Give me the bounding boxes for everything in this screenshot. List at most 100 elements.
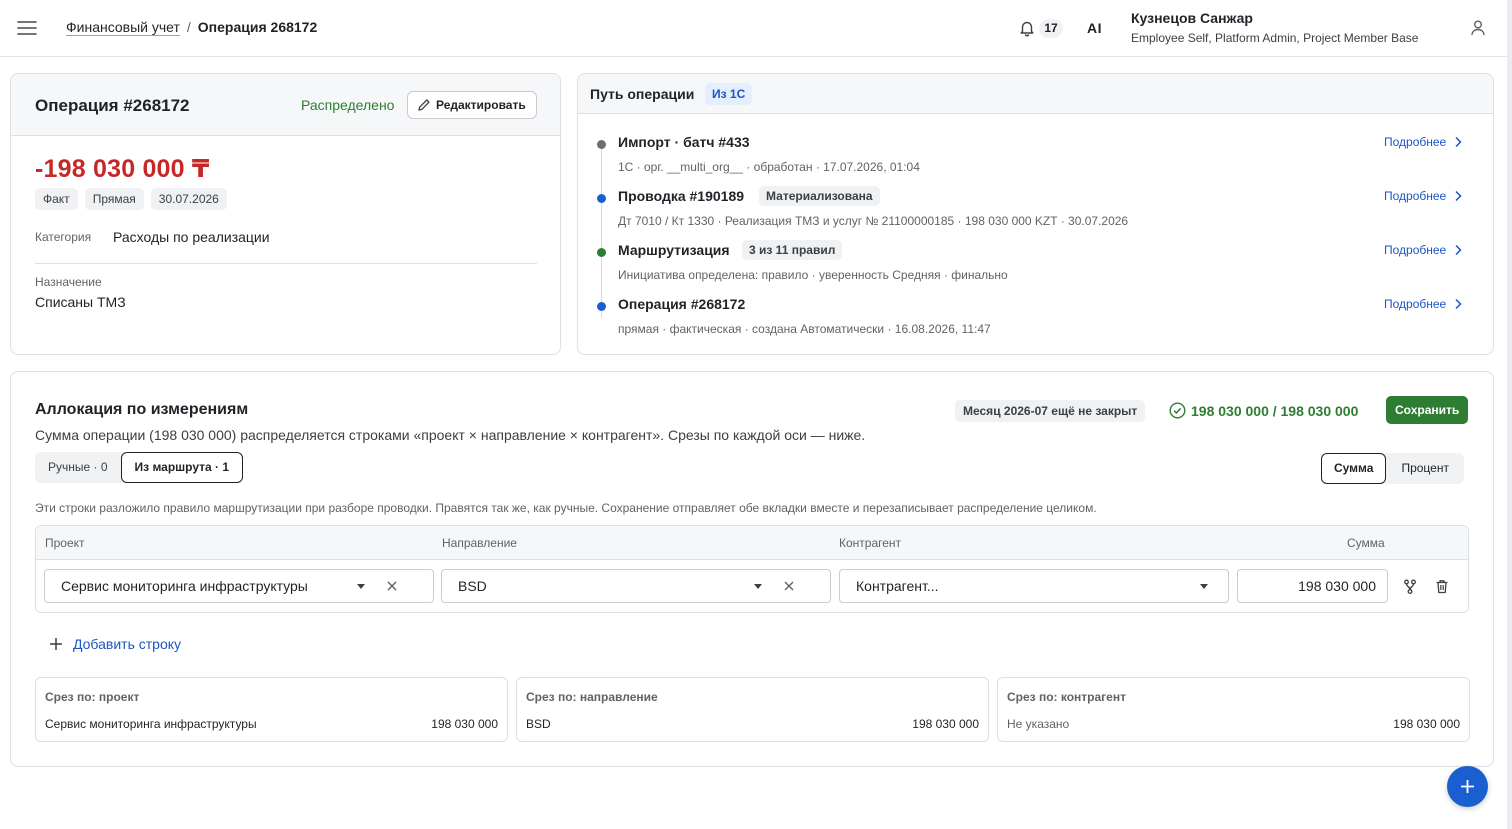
chevron-right-icon (1454, 136, 1462, 148)
category-value: Расходы по реализации (113, 229, 270, 245)
user-icon[interactable] (1468, 18, 1488, 38)
user-roles: Employee Self, Platform Admin, Project M… (1131, 31, 1419, 45)
slice-title: Срез по: направление (526, 690, 658, 704)
slice-card-project: Срез по: проект Сервис мониторинга инфра… (35, 677, 508, 742)
purpose-label: Назначение (35, 275, 102, 289)
step-subtitle: 1С · орг. __multi_org__ · обработан · 17… (618, 160, 920, 174)
caret-down-icon (356, 583, 366, 590)
edit-button-label: Редактировать (436, 98, 526, 112)
timeline-step-import: Импорт · батч #433 1С · орг. __multi_org… (578, 134, 1493, 188)
add-row-button[interactable]: Добавить строку (49, 636, 181, 652)
allocation-tabs: Ручные · 0 Из маршрута · 1 (35, 452, 244, 483)
allocation-card: Аллокация по измерениям Сумма операции (… (10, 371, 1494, 767)
project-select-value: Сервис мониторинга инфраструктуры (61, 578, 308, 594)
operation-chips: Факт Прямая 30.07.2026 (35, 188, 227, 210)
allocation-balance: 198 030 000 / 198 030 000 (1169, 402, 1358, 419)
step-details-link[interactable]: Подробнее (1384, 243, 1462, 257)
user-name: Кузнецов Санжар (1131, 10, 1253, 26)
slice-name: Сервис мониторинга инфраструктуры (45, 717, 257, 731)
bell-icon[interactable] (1018, 19, 1036, 37)
tab-amount[interactable]: Сумма (1321, 453, 1387, 484)
add-row-label: Добавить строку (73, 636, 182, 652)
operation-amount: -198 030 000 ₸ (35, 155, 210, 183)
slice-value: 198 030 000 (912, 717, 979, 731)
divider (35, 263, 537, 264)
timeline-dot (597, 194, 606, 203)
caret-down-icon (753, 583, 763, 590)
split-icon[interactable] (1403, 579, 1417, 594)
breadcrumb: Финансовый учет / Операция 268172 (66, 19, 317, 35)
save-button[interactable]: Сохранить (1386, 396, 1469, 424)
timeline-dot (597, 140, 606, 149)
step-details-link[interactable]: Подробнее (1384, 189, 1462, 203)
slice-value: 198 030 000 (1393, 717, 1460, 731)
step-subtitle: прямая · фактическая · создана Автоматич… (618, 322, 991, 336)
project-select[interactable]: Сервис мониторинга инфраструктуры (44, 569, 434, 603)
slice-name: Не указано (1007, 717, 1070, 731)
column-header-counterparty: Контрагент (839, 536, 902, 550)
step-subtitle: Инициатива определена: правило · уверенн… (618, 268, 1008, 282)
trash-icon[interactable] (1435, 579, 1449, 594)
tab-manual[interactable]: Ручные · 0 (35, 452, 121, 483)
category-label: Категория (35, 230, 92, 244)
table-header: Проект Направление Контрагент Сумма (36, 526, 1468, 560)
top-header: Финансовый учет / Операция 268172 17 AI … (0, 0, 1512, 57)
purpose-value: Списаны ТМЗ (35, 294, 126, 310)
chevron-right-icon (1454, 190, 1462, 202)
slice-value: 198 030 000 (431, 717, 498, 731)
breadcrumb-separator: / (186, 19, 191, 35)
allocation-title: Аллокация по измерениям (35, 401, 249, 418)
step-details-link[interactable]: Подробнее (1384, 135, 1462, 149)
slice-title: Срез по: контрагент (1007, 690, 1126, 704)
operation-card-header: Операция #268172 Распределено Редактиров… (11, 74, 560, 136)
amount-input[interactable]: 198 030 000 (1237, 569, 1388, 603)
operation-status: Распределено (301, 97, 395, 113)
timeline-step-routing: Маршрутизация 3 из 11 правил Инициатива … (578, 240, 1493, 296)
timeline-dot (597, 248, 606, 257)
chip-type: Факт (35, 188, 78, 210)
column-header-project: Проект (45, 536, 85, 550)
allocation-table: Проект Направление Контрагент Сумма Серв… (35, 525, 1469, 613)
pencil-icon (417, 98, 431, 112)
plus-icon (1460, 779, 1475, 794)
direction-select-value: BSD (458, 578, 487, 594)
timeline-step-posting: Проводка #190189 Материализована Дт 7010… (578, 186, 1493, 242)
counterparty-select[interactable]: Контрагент... (839, 569, 1229, 603)
path-title: Путь операции (590, 86, 695, 102)
details-label: Подробнее (1384, 243, 1447, 257)
tab-from-route[interactable]: Из маршрута · 1 (120, 452, 244, 483)
step-details-link[interactable]: Подробнее (1384, 297, 1462, 311)
route-note: Эти строки разложило правило маршрутизац… (35, 501, 1097, 515)
notification-count-badge[interactable]: 17 (1039, 19, 1063, 38)
timeline-step-operation: Операция #268172 прямая · фактическая · … (578, 296, 1493, 350)
check-circle-icon (1169, 402, 1186, 419)
details-label: Подробнее (1384, 297, 1447, 311)
slice-card-direction: Срез по: направление BSD 198 030 000 (516, 677, 989, 742)
edit-button[interactable]: Редактировать (407, 91, 537, 119)
add-fab-button[interactable] (1447, 766, 1488, 807)
column-header-amount: Сумма (1347, 536, 1385, 550)
chip-date: 30.07.2026 (150, 188, 227, 210)
ai-button[interactable]: AI (1087, 20, 1102, 36)
tab-percent[interactable]: Процент (1386, 453, 1464, 484)
details-label: Подробнее (1384, 189, 1447, 203)
timeline-dot (597, 302, 606, 311)
chevron-right-icon (1454, 244, 1462, 256)
breadcrumb-parent-link[interactable]: Финансовый учет (66, 19, 180, 35)
chip-kind: Прямая (84, 188, 144, 210)
month-status-badge: Месяц 2026-07 ещё не закрыт (955, 400, 1146, 422)
source-badge: Из 1С (705, 83, 753, 105)
step-badge: Материализована (759, 186, 880, 206)
counterparty-select-placeholder: Контрагент... (856, 578, 939, 594)
clear-icon[interactable] (386, 580, 398, 592)
clear-icon[interactable] (783, 580, 795, 592)
step-badge: 3 из 11 правил (742, 240, 843, 260)
direction-select[interactable]: BSD (441, 569, 831, 603)
caret-down-icon (1199, 583, 1209, 590)
operation-title: Операция #268172 (35, 96, 190, 115)
breadcrumb-current: Операция 268172 (197, 19, 318, 35)
menu-icon[interactable] (16, 18, 38, 38)
chevron-right-icon (1454, 298, 1462, 310)
operation-card: Операция #268172 Распределено Редактиров… (10, 73, 561, 355)
page-scrollbar[interactable] (1507, 0, 1512, 829)
